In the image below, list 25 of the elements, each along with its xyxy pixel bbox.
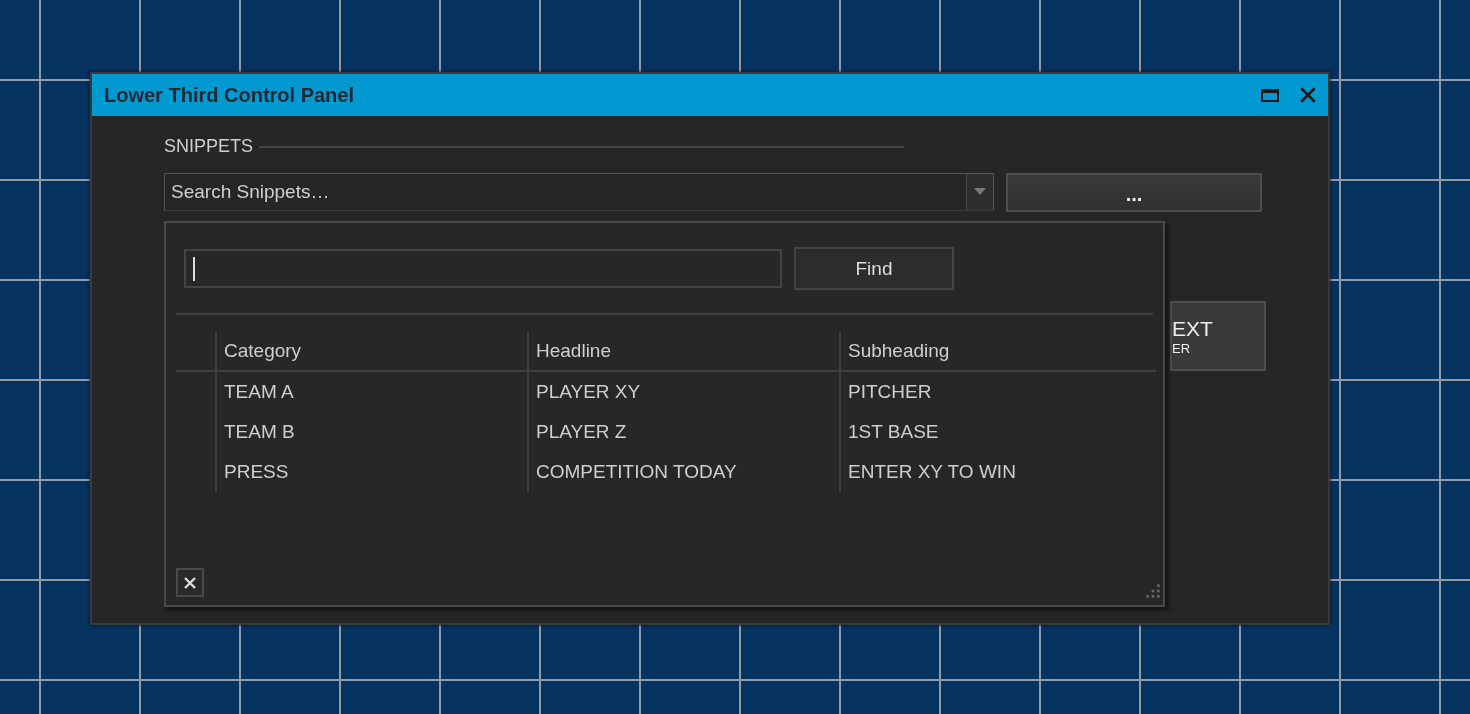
table-cell-text: PITCHER: [847, 380, 933, 404]
table-cell: PLAYER XY: [529, 372, 841, 412]
more-button[interactable]: ...: [1006, 173, 1262, 212]
find-button[interactable]: Find: [794, 247, 954, 290]
table-cell: PRESS: [217, 452, 529, 492]
window-title: Lower Third Control Panel: [104, 83, 355, 107]
close-button[interactable]: [176, 568, 204, 597]
dropdown-arrow-icon[interactable]: [974, 188, 986, 196]
maximize-icon[interactable]: [1260, 86, 1280, 104]
column-header[interactable]: Headline: [529, 332, 841, 372]
table-cell-text: ENTER XY TO WIN: [847, 460, 1017, 484]
row-header-cell: [176, 332, 217, 372]
resize-grip-icon[interactable]: [1145, 583, 1161, 599]
table-cell: COMPETITION TODAY: [529, 452, 841, 492]
table-cell: TEAM A: [217, 372, 529, 412]
column-header[interactable]: Subheading: [841, 332, 1156, 372]
close-icon[interactable]: [1298, 86, 1318, 104]
section-label: SNIPPETS: [164, 136, 254, 157]
table-cell: TEAM B: [217, 412, 529, 452]
column-header[interactable]: Category: [217, 332, 529, 372]
partial-button[interactable]: EXT ER: [1170, 301, 1266, 371]
table-cell: PLAYER Z: [529, 412, 841, 452]
search-field[interactable]: [184, 249, 782, 288]
table-cell-text: 1ST BASE: [847, 420, 940, 444]
text-cursor: [193, 256, 195, 281]
